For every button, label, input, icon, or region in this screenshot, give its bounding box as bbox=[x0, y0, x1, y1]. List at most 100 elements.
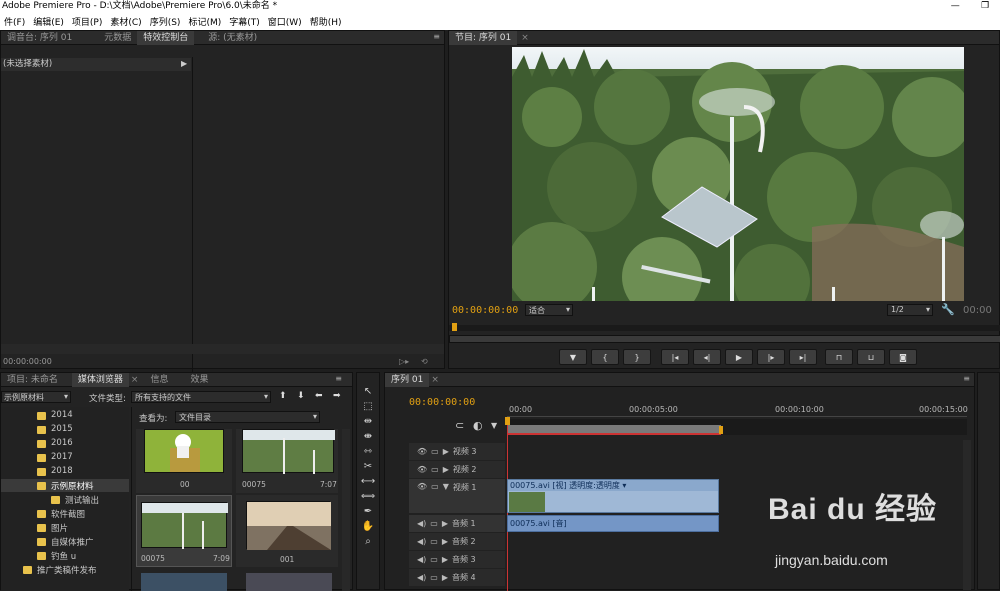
menu-sequence[interactable]: 序列(S) bbox=[146, 15, 185, 28]
rate-stretch-tool-icon[interactable]: ⇿ bbox=[361, 444, 375, 458]
expand-track-icon[interactable]: ▼ bbox=[443, 482, 449, 491]
tab-sequence[interactable]: 序列 01 bbox=[385, 372, 430, 387]
slide-tool-icon[interactable]: ⟺ bbox=[361, 489, 375, 503]
ripple-edit-tool-icon[interactable]: ⇹ bbox=[361, 414, 375, 428]
tab-program[interactable]: 节目: 序列 01 bbox=[449, 30, 518, 45]
razor-tool-icon[interactable]: ✂ bbox=[361, 459, 375, 473]
tree-item-2016[interactable]: 2016 bbox=[51, 438, 73, 448]
tree-item-self-media[interactable]: 自媒体推广 bbox=[51, 536, 94, 548]
hand-tool-icon[interactable]: ✋ bbox=[361, 519, 375, 533]
thumbnail-item[interactable]: 00 bbox=[136, 429, 232, 493]
mark-out-button[interactable]: } bbox=[623, 349, 651, 365]
thumbnail-item[interactable]: 001 bbox=[236, 495, 338, 567]
file-type-dropdown[interactable]: 所有支持的文件 ▾ bbox=[131, 391, 271, 403]
extract-button[interactable]: ⊔ bbox=[857, 349, 885, 365]
set-encore-marker-icon[interactable]: ◐ bbox=[473, 419, 483, 432]
expand-track-icon[interactable]: ▶ bbox=[442, 519, 448, 528]
pen-tool-icon[interactable]: ✒ bbox=[361, 504, 375, 518]
menu-window[interactable]: 窗口(W) bbox=[264, 15, 306, 28]
play-audio-icon[interactable]: ▷▸ bbox=[399, 357, 409, 366]
expand-arrow-icon[interactable]: ▶ bbox=[181, 59, 187, 68]
arrow-back-icon[interactable]: ⬅ bbox=[315, 391, 323, 401]
expand-track-icon[interactable]: ▶ bbox=[442, 537, 448, 546]
thumbnail-item-selected[interactable]: 00075 7:09 bbox=[136, 495, 232, 567]
go-to-out-button[interactable]: ▸| bbox=[789, 349, 817, 365]
minimize-button[interactable]: — bbox=[951, 0, 960, 13]
expand-track-icon[interactable]: ▶ bbox=[443, 465, 449, 474]
lock-icon[interactable]: ▭ bbox=[431, 482, 439, 491]
work-area-end-handle[interactable] bbox=[719, 426, 723, 434]
lift-button[interactable]: ⊓ bbox=[825, 349, 853, 365]
tree-item-2015[interactable]: 2015 bbox=[51, 424, 73, 434]
zoom-tool-icon[interactable]: ⌕ bbox=[361, 534, 375, 548]
menu-help[interactable]: 帮助(H) bbox=[306, 15, 346, 28]
timeline-timecode[interactable]: 00:00:00:00 bbox=[409, 397, 475, 408]
menu-file[interactable]: 件(F) bbox=[0, 15, 29, 28]
timeline-scrollbar[interactable] bbox=[963, 440, 971, 590]
thumbnail-item[interactable]: 00075 7:07 bbox=[236, 429, 338, 493]
step-back-button[interactable]: ◂| bbox=[693, 349, 721, 365]
tree-item-2018[interactable]: 2018 bbox=[51, 466, 73, 476]
menu-project[interactable]: 项目(P) bbox=[68, 15, 106, 28]
lock-icon[interactable]: ▭ bbox=[430, 555, 438, 564]
speaker-icon[interactable]: ◀) bbox=[417, 573, 426, 582]
add-marker-icon[interactable]: ▼ bbox=[491, 421, 497, 430]
add-marker-button[interactable]: ▼ bbox=[559, 349, 587, 365]
step-forward-button[interactable]: |▸ bbox=[757, 349, 785, 365]
lock-icon[interactable]: ▭ bbox=[431, 447, 439, 456]
program-timecode[interactable]: 00:00:00:00 bbox=[452, 305, 518, 316]
tree-item-screenshots[interactable]: 软件截图 bbox=[51, 508, 85, 520]
arrow-up-icon[interactable]: ⬆ bbox=[279, 391, 287, 401]
settings-wrench-icon[interactable]: 🔧 bbox=[941, 303, 955, 316]
menu-marker[interactable]: 标记(M) bbox=[184, 15, 225, 28]
location-dropdown[interactable]: 示例原材料 ▾ bbox=[1, 391, 71, 403]
panel-menu-icon[interactable]: ≡ bbox=[433, 32, 440, 41]
tab-info[interactable]: 信息 bbox=[144, 373, 174, 387]
lock-icon[interactable]: ▭ bbox=[430, 519, 438, 528]
quality-dropdown[interactable]: 1/2 ▾ bbox=[887, 304, 933, 316]
slip-tool-icon[interactable]: ⟷ bbox=[361, 474, 375, 488]
track-select-tool-icon[interactable]: ⬚ bbox=[361, 399, 375, 413]
tree-item-test-output[interactable]: 测试输出 bbox=[65, 494, 99, 506]
eye-icon[interactable]: 👁 bbox=[417, 465, 427, 474]
snap-icon[interactable]: ⊂ bbox=[455, 419, 464, 432]
eye-icon[interactable]: 👁 bbox=[417, 482, 427, 491]
tree-item-promo-drafts[interactable]: 推广类稿件发布 bbox=[37, 564, 97, 576]
tab-effects[interactable]: 效果 bbox=[184, 373, 214, 387]
maximize-button[interactable]: ❐ bbox=[981, 0, 989, 13]
playhead-marker[interactable] bbox=[452, 323, 457, 331]
expand-track-icon[interactable]: ▶ bbox=[442, 573, 448, 582]
expand-track-icon[interactable]: ▶ bbox=[443, 447, 449, 456]
tree-item-fishing[interactable]: 钓鱼 u bbox=[51, 550, 76, 562]
arrow-forward-icon[interactable]: ➡ bbox=[333, 391, 341, 401]
fit-dropdown[interactable]: 适合 ▾ bbox=[525, 304, 573, 316]
lock-icon[interactable]: ▭ bbox=[431, 465, 439, 474]
close-tab-icon[interactable]: × bbox=[521, 33, 529, 43]
work-area-range[interactable] bbox=[507, 425, 721, 435]
speaker-icon[interactable]: ◀) bbox=[417, 519, 426, 528]
tab-project[interactable]: 项目: 未命名 bbox=[1, 373, 64, 387]
tab-source[interactable]: 源: (无素材) bbox=[202, 31, 263, 45]
selection-tool-icon[interactable]: ↖ bbox=[361, 384, 375, 398]
timeline-ruler[interactable]: 00:00 00:00:05:00 00:00:10:00 00:00:15:0… bbox=[507, 403, 968, 417]
speaker-icon[interactable]: ◀) bbox=[417, 537, 426, 546]
go-to-in-button[interactable]: |◂ bbox=[661, 349, 689, 365]
video-clip[interactable]: 00075.avi [视] 透明度:透明度 ▾ bbox=[507, 479, 719, 513]
play-button[interactable]: ▶ bbox=[725, 349, 753, 365]
menu-title[interactable]: 字幕(T) bbox=[225, 15, 264, 28]
thumbnail-item-partial[interactable] bbox=[246, 573, 332, 591]
thumbnail-scrollbar[interactable] bbox=[342, 429, 350, 591]
audio-clip[interactable]: 00075.avi [音] bbox=[507, 515, 719, 532]
thumbnail-item-partial[interactable] bbox=[141, 573, 227, 591]
loop-icon[interactable]: ⟲ bbox=[421, 357, 428, 366]
lock-icon[interactable]: ▭ bbox=[430, 537, 438, 546]
expand-track-icon[interactable]: ▶ bbox=[442, 555, 448, 564]
close-tab-icon[interactable]: × bbox=[131, 375, 139, 385]
program-time-ruler[interactable] bbox=[449, 325, 1000, 331]
mark-in-button[interactable]: { bbox=[591, 349, 619, 365]
view-as-dropdown[interactable]: 文件目录 ▾ bbox=[175, 411, 320, 423]
tree-item-images[interactable]: 图片 bbox=[51, 522, 68, 534]
menu-edit[interactable]: 编辑(E) bbox=[29, 15, 68, 28]
panel-menu-icon[interactable]: ≡ bbox=[963, 374, 970, 383]
panel-menu-icon[interactable]: ≡ bbox=[335, 374, 342, 383]
